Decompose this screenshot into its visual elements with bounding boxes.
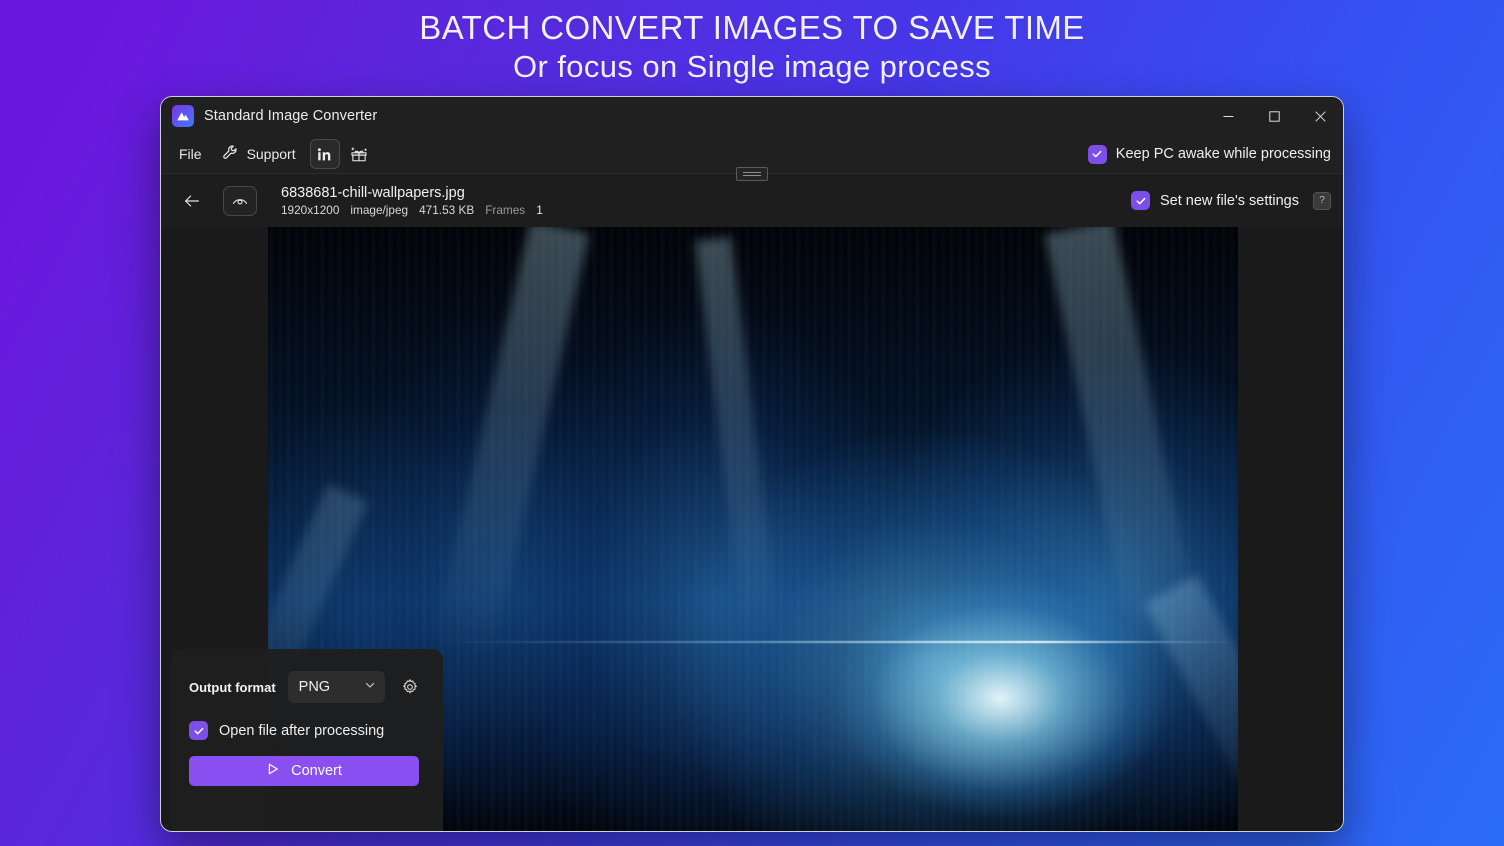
chevron-down-icon xyxy=(364,679,376,695)
menu-item-support-label: Support xyxy=(246,146,296,162)
open-file-after-processing-label: Open file after processing xyxy=(219,722,385,739)
aurora-flare-line xyxy=(442,640,1238,643)
window-title: Standard Image Converter xyxy=(204,108,378,124)
close-button[interactable] xyxy=(1297,97,1343,135)
minimize-button[interactable] xyxy=(1205,97,1251,135)
output-format-row: Output format PNG xyxy=(189,671,425,703)
file-details: 6838681-chill-wallpapers.jpg 1920x1200 i… xyxy=(281,185,543,217)
promo-headline-line1: BATCH CONVERT IMAGES TO SAVE TIME xyxy=(419,9,1085,46)
open-file-after-processing-toggle[interactable]: Open file after processing xyxy=(189,721,425,740)
help-badge-icon[interactable]: ? xyxy=(1313,191,1331,210)
file-size: 471.53 KB xyxy=(419,202,475,217)
menu-item-file-label: File xyxy=(179,146,202,162)
keep-pc-awake-label: Keep PC awake while processing xyxy=(1115,146,1331,162)
maximize-button[interactable] xyxy=(1251,97,1297,135)
convert-button[interactable]: Convert xyxy=(189,756,419,786)
wrench-icon xyxy=(222,144,239,164)
drag-handle-line xyxy=(743,175,761,177)
set-new-file-settings-checkbox[interactable] xyxy=(1131,191,1151,210)
file-frames-label: Frames xyxy=(485,202,526,217)
arrow-left-icon[interactable] xyxy=(175,185,209,217)
promo-headline-line2: Or focus on Single image process xyxy=(512,49,992,85)
gear-icon[interactable] xyxy=(397,674,423,700)
menu-item-support[interactable]: Support xyxy=(212,140,306,168)
file-meta: 1920x1200 image/jpeg 471.53 KB Frames 1 xyxy=(281,203,543,217)
preview-stage: Output format PNG Open file after proces… xyxy=(161,227,1343,831)
app-window: Standard Image Converter File Support Ke… xyxy=(160,96,1344,832)
output-settings-card: Output format PNG Open file after proces… xyxy=(171,649,443,831)
window-controls xyxy=(1205,97,1343,135)
convert-button-label: Convert xyxy=(291,763,342,779)
mountain-logo-icon xyxy=(172,105,194,127)
file-frames-value: 1 xyxy=(536,202,543,217)
file-name: 6838681-chill-wallpapers.jpg xyxy=(281,184,465,201)
file-mimetype: image/jpeg xyxy=(350,202,409,217)
drag-handle-line xyxy=(743,171,761,173)
set-new-file-settings-toggle[interactable]: Set new file's settings ? xyxy=(1131,191,1331,210)
menu-bar: File Support Keep PC awake while process… xyxy=(161,135,1343,181)
window-drag-handle[interactable] xyxy=(736,167,768,181)
open-file-after-processing-checkbox[interactable] xyxy=(189,721,208,740)
output-format-label: Output format xyxy=(189,679,276,695)
eye-icon[interactable] xyxy=(223,185,257,216)
output-format-select[interactable]: PNG xyxy=(287,671,385,703)
file-dimensions: 1920x1200 xyxy=(281,202,340,217)
output-format-value: PNG xyxy=(298,679,331,695)
gift-sparkle-icon[interactable] xyxy=(344,139,374,169)
file-info-bar: 6838681-chill-wallpapers.jpg 1920x1200 i… xyxy=(161,173,1343,227)
keep-pc-awake-checkbox[interactable] xyxy=(1087,144,1107,164)
set-new-file-settings-label: Set new file's settings xyxy=(1160,192,1299,209)
title-bar[interactable]: Standard Image Converter xyxy=(161,97,1343,135)
menu-item-file[interactable]: File xyxy=(169,140,212,168)
keep-pc-awake-toggle[interactable]: Keep PC awake while processing xyxy=(1087,144,1331,164)
play-triangle-icon xyxy=(266,762,280,780)
linkedin-icon[interactable] xyxy=(309,139,340,169)
promo-headline: BATCH CONVERT IMAGES TO SAVE TIME Or foc… xyxy=(0,8,1504,86)
